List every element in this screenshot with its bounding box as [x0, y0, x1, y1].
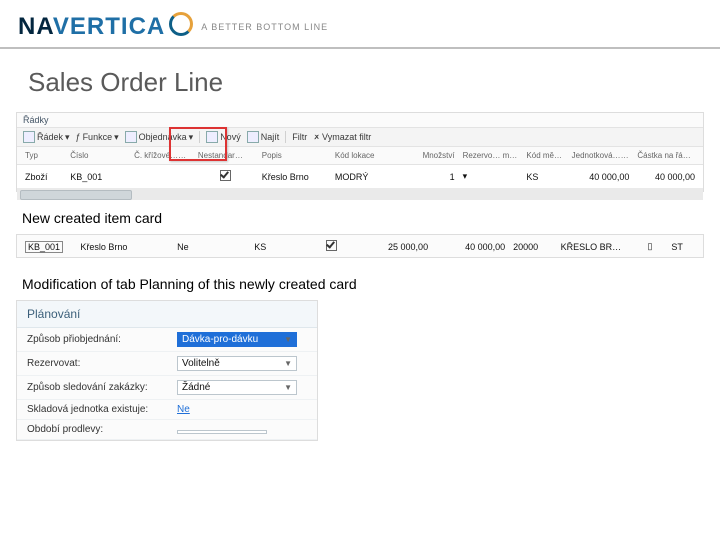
item-tail: ST — [667, 240, 699, 254]
item-uom: KS — [250, 240, 307, 254]
col-cislo[interactable]: Číslo — [66, 149, 130, 162]
item-search: KŘESLO BR… — [557, 240, 644, 254]
toolbar-separator — [199, 131, 200, 143]
cell-nestandar — [194, 168, 258, 185]
clear-filter-button[interactable]: 🗶 Vymazat filtr — [313, 132, 371, 143]
item-price: 40 000,00 — [432, 240, 509, 254]
checkbox-icon[interactable] — [220, 170, 231, 181]
clear-filter-label: Vymazat filtr — [322, 132, 371, 142]
find-button[interactable]: Najít — [247, 131, 280, 143]
cell-cislo: KB_001 — [66, 170, 130, 184]
order-tracking-select[interactable]: Žádné ▼ — [177, 380, 297, 395]
lines-header-row: Typ Číslo Č. křížové…odkazu Nestandar… P… — [17, 147, 703, 165]
row-icon — [23, 131, 35, 143]
cell-typ: Zboží — [21, 170, 66, 184]
reserve-select[interactable]: Volitelně ▼ — [177, 356, 297, 371]
row-sku-exists: Skladová jednotka existuje: Ne — [17, 400, 317, 420]
toolbar-separator-2 — [285, 131, 286, 143]
order-tracking-value: Žádné — [182, 382, 210, 393]
new-button[interactable]: Nový — [206, 131, 241, 143]
cell-rez[interactable]: ▾ — [459, 169, 523, 184]
item-card-row[interactable]: KB_001 Křeslo Brno Ne KS 25 000,00 40 00… — [17, 235, 703, 258]
reserve-label: Rezervovat: — [27, 358, 177, 369]
col-lineamt[interactable]: Částka na řádku bez DPH — [633, 149, 699, 162]
col-popis[interactable]: Popis — [258, 149, 331, 162]
col-unitprice[interactable]: Jednotková… bez DPH — [568, 149, 634, 162]
reserve-value: Volitelně — [182, 358, 220, 369]
reorder-policy-select[interactable]: Dávka-pro-dávku ▼ — [177, 332, 297, 347]
menu-funkce[interactable]: ƒ Funkce ▾ — [76, 132, 119, 143]
menu-funkce-label: Funkce — [83, 132, 113, 142]
item-col3: Ne — [173, 240, 250, 254]
col-typ[interactable]: Typ — [21, 149, 66, 162]
horizontal-scrollbar[interactable] — [17, 188, 703, 200]
item-tail-icon: ▯ — [644, 239, 668, 254]
page-title: Sales Order Line — [0, 49, 720, 108]
col-uom[interactable]: Kód měrné… — [522, 149, 567, 162]
item-card-row-panel: KB_001 Křeslo Brno Ne KS 25 000,00 40 00… — [16, 234, 704, 258]
row-reserve: Rezervovat: Volitelně ▼ — [17, 352, 317, 376]
row-reorder-policy: Způsob přiobjednání: Dávka-pro-dávku ▼ — [17, 328, 317, 352]
swirl-icon — [169, 12, 193, 36]
brand-logo: NAVERTICA — [18, 12, 193, 41]
col-rez[interactable]: Rezervo… množství — [459, 149, 523, 162]
item-no[interactable]: KB_001 — [25, 241, 63, 253]
menu-objednavka-label: Objednávka — [139, 132, 187, 142]
lines-toolbar: Řádek ▾ ƒ Funkce ▾ Objednávka ▾ Nový Naj… — [17, 128, 703, 147]
order-tracking-label: Způsob sledování zakázky: — [27, 382, 177, 393]
reorder-policy-value: Dávka-pro-dávku — [182, 334, 258, 345]
brand-tagline: A BETTER BOTTOM LINE — [201, 22, 328, 32]
lines-panel-caption: Řádky — [17, 113, 703, 128]
reorder-policy-label: Způsob přiobjednání: — [27, 334, 177, 345]
filter-button[interactable]: Filtr — [292, 132, 307, 142]
find-icon — [247, 131, 259, 143]
brand-bar: NAVERTICA A BETTER BOTTOM LINE — [0, 0, 720, 49]
item-flag-checkbox-icon[interactable] — [326, 240, 337, 251]
col-kriz[interactable]: Č. křížové…odkazu — [130, 149, 194, 162]
menu-objednavka[interactable]: Objednávka ▾ — [125, 131, 194, 143]
cell-unitprice: 40 000,00 — [568, 170, 634, 184]
order-icon — [125, 131, 137, 143]
brand-text-a: NA — [18, 13, 53, 40]
filter-label: Filtr — [292, 132, 307, 142]
cell-popis: Křeslo Brno — [258, 170, 331, 184]
cell-lineamt: 40 000,00 — [633, 170, 699, 184]
cell-kriz — [130, 175, 194, 179]
table-row[interactable]: Zboží KB_001 Křeslo Brno MODRÝ 1 ▾ KS 40… — [17, 165, 703, 188]
planning-panel: Plánování Způsob přiobjednání: Dávka-pro… — [16, 300, 318, 441]
dampener-label: Období prodlevy: — [27, 424, 177, 435]
item-vendor: 20000 — [509, 240, 556, 254]
sku-exists-value[interactable]: Ne — [177, 404, 190, 415]
cell-mnozstvi: 1 — [395, 170, 459, 184]
caption-planning: Modification of tab Planning of this new… — [0, 272, 720, 296]
brand-text-b: VERTICA — [53, 13, 165, 40]
col-lokace[interactable]: Kód lokace — [331, 149, 395, 162]
menu-radek-label: Řádek — [37, 132, 63, 142]
dampener-input[interactable] — [177, 430, 267, 434]
menu-radek[interactable]: Řádek ▾ — [23, 131, 70, 143]
chevron-down-icon: ▼ — [284, 359, 292, 368]
col-mnozstvi[interactable]: Množství — [395, 149, 459, 162]
sku-exists-label: Skladová jednotka existuje: — [27, 404, 177, 415]
caption-new-card: New created item card — [0, 206, 720, 230]
chevron-down-icon: ▼ — [284, 335, 292, 344]
col-nestandar[interactable]: Nestandar… — [194, 149, 258, 162]
sales-lines-panel: Řádky Řádek ▾ ƒ Funkce ▾ Objednávka ▾ No… — [16, 112, 704, 192]
find-label: Najít — [261, 132, 280, 142]
item-desc: Křeslo Brno — [76, 240, 173, 254]
new-label: Nový — [220, 132, 241, 142]
chevron-down-icon: ▼ — [284, 383, 292, 392]
cell-uom: KS — [522, 170, 567, 184]
row-dampener: Období prodlevy: — [17, 420, 317, 440]
item-cost: 25 000,00 — [355, 240, 432, 254]
new-icon — [206, 131, 218, 143]
row-order-tracking: Způsob sledování zakázky: Žádné ▼ — [17, 376, 317, 400]
cell-lokace: MODRÝ — [331, 170, 395, 184]
planning-panel-title: Plánování — [17, 301, 317, 328]
scroll-thumb[interactable] — [20, 190, 132, 200]
